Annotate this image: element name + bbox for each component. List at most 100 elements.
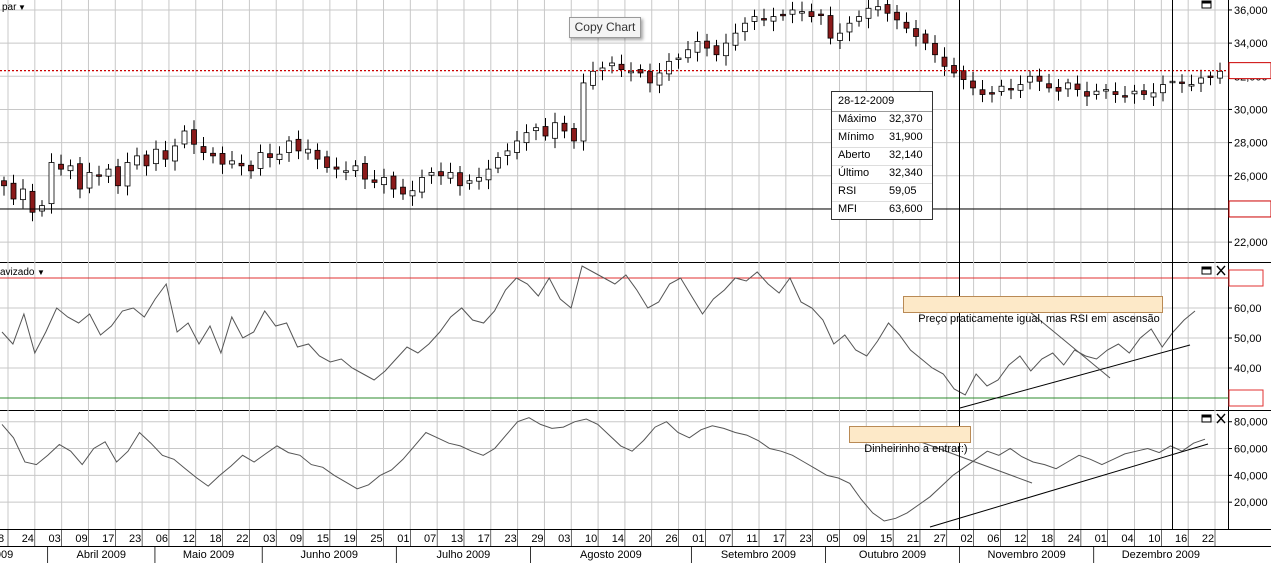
candle-body: [808, 11, 815, 17]
x-axis-day-label: 18: [209, 533, 221, 545]
candle-body: [1084, 91, 1090, 97]
x-axis-day-label: 24: [22, 533, 34, 545]
mfi-axis-tick-label: 80,000: [1234, 417, 1268, 429]
price-pane-menu-arrow-icon[interactable]: ▼: [18, 3, 26, 12]
candle-body: [153, 148, 159, 165]
x-axis-day-label: 25: [370, 533, 382, 545]
candle-body: [770, 16, 777, 22]
tooltip-row-label: Máximo: [838, 113, 877, 125]
x-axis-month-label: Novembro 2009: [988, 549, 1066, 561]
candle-body: [713, 45, 720, 56]
x-axis-day-label: 02: [960, 533, 972, 545]
tooltip-row-label: MFI: [838, 203, 857, 215]
candle-body: [666, 60, 672, 75]
candle-body: [1217, 70, 1223, 79]
tooltip-row-value: 63,600: [889, 203, 923, 215]
chart-workspace: 22,00024,00026,00028,00030,00032,00034,0…: [0, 0, 1271, 567]
x-axis-day-label: 01: [1095, 533, 1107, 545]
candle-body: [124, 162, 131, 187]
candle-body: [998, 85, 1005, 92]
candle-body: [618, 63, 625, 71]
x-axis-day-label: 07: [719, 533, 731, 545]
x-axis-day-label: 07: [424, 533, 436, 545]
x-axis-day-label: 29: [531, 533, 543, 545]
x-axis-month-label: Dezembro 2009: [1122, 549, 1200, 561]
x-axis-day-label: 17: [102, 533, 114, 545]
candle-body: [495, 157, 501, 169]
rsi-axis-tick-label: 50,00: [1234, 333, 1262, 345]
x-axis-day-label: 22: [236, 533, 248, 545]
candle-body: [390, 175, 397, 190]
x-axis-day-label: 26: [665, 533, 677, 545]
x-axis-month-label: Junho 2009: [301, 549, 359, 561]
rsi-pane-menu-arrow-icon[interactable]: ▼: [37, 268, 45, 277]
candle-body: [1112, 91, 1119, 95]
candle-body: [913, 28, 919, 37]
candle-body: [979, 89, 986, 95]
candle-body: [181, 130, 188, 145]
x-axis-day-label: 10: [1148, 533, 1160, 545]
tooltip-row-value: 31,900: [889, 131, 923, 143]
candle-body: [552, 122, 558, 139]
candle-body: [248, 164, 254, 172]
copy-chart-button[interactable]: Copy Chart: [569, 17, 641, 38]
x-axis-day-label: 12: [1014, 533, 1026, 545]
tooltip-row-value: 32,340: [889, 167, 923, 179]
x-axis-day-label: 23: [504, 533, 516, 545]
candle-body: [457, 172, 463, 187]
candle-body: [409, 190, 416, 197]
candle-body: [1074, 83, 1081, 90]
candle-body: [970, 80, 976, 89]
x-axis-day-label: 01: [692, 533, 704, 545]
rsi-pane-menu-label[interactable]: avizado: [0, 267, 35, 278]
candle-body: [1207, 75, 1214, 78]
candle-body: [1093, 90, 1100, 95]
tooltip-row-value: 32,140: [889, 149, 923, 161]
candle-body: [333, 166, 340, 170]
candle-body: [96, 174, 102, 177]
candle-body: [1036, 75, 1043, 82]
candle-body: [922, 33, 929, 44]
candle-body: [305, 148, 311, 154]
x-axis-day-label: 15: [317, 533, 329, 545]
candle-body: [628, 70, 634, 74]
candle-body: [856, 16, 862, 22]
candle-body: [86, 172, 93, 189]
x-axis-day-label: 12: [183, 533, 195, 545]
x-axis-month-label: 009: [0, 549, 13, 561]
candle-body: [58, 163, 64, 170]
price-axis-tick-label: 22,000: [1234, 237, 1268, 249]
candle-body: [20, 188, 26, 201]
x-axis-day-label: 14: [612, 533, 624, 545]
x-axis-day-label: 23: [129, 533, 141, 545]
candle-body: [1131, 90, 1138, 95]
candle-body: [941, 56, 948, 67]
candle-body: [732, 32, 739, 46]
x-axis-month-label: Abril 2009: [77, 549, 127, 561]
rsi-annotation-text: Preço praticamente igual, mas RSI em asc…: [918, 313, 1160, 325]
x-axis-day-label: 24: [1068, 533, 1080, 545]
candle-body: [514, 140, 520, 153]
candle-body: [846, 22, 853, 33]
x-axis-day-label: 09: [290, 533, 302, 545]
tooltip-row-label: Aberto: [838, 149, 871, 161]
candle-body: [276, 153, 283, 160]
candle-body: [67, 165, 74, 172]
rsi-annotation: Preço praticamente igual, mas RSI em asc…: [903, 296, 1163, 325]
tooltip-row-label: RSI: [838, 185, 857, 197]
x-axis-day-label: 27: [934, 533, 946, 545]
candle-body: [647, 71, 653, 84]
candle-body: [371, 179, 378, 183]
x-axis-day-label: 15: [880, 533, 892, 545]
price-pane-menu-label[interactable]: par: [2, 2, 17, 13]
candle-body: [704, 40, 710, 49]
candle-body: [1017, 84, 1024, 91]
candle-body: [447, 172, 454, 179]
candle-body: [884, 4, 891, 14]
candle-body: [1122, 95, 1128, 98]
candle-body: [609, 62, 615, 67]
x-axis-day-label: 13: [451, 533, 463, 545]
last-price-label-box: [1228, 62, 1271, 80]
candle-body: [485, 168, 492, 181]
candle-body: [751, 16, 758, 22]
